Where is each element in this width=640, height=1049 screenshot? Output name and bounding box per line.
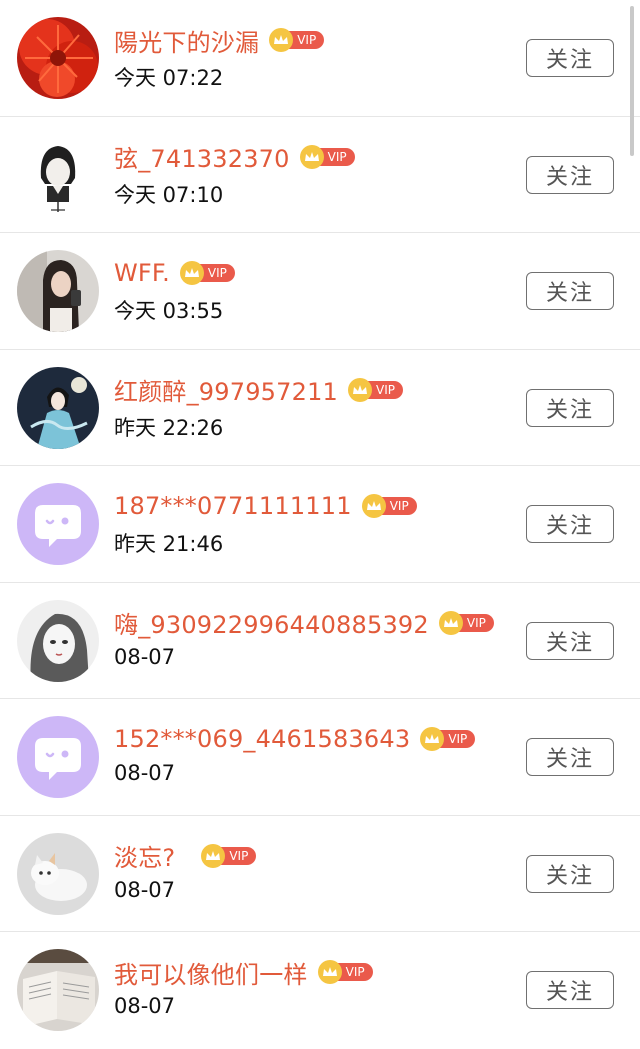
username[interactable]: 187***0771111111 [114, 492, 352, 520]
list-item[interactable]: 152***069_4461583643 VIP 08-07 关注 [0, 699, 640, 816]
scrollbar[interactable] [630, 6, 634, 156]
crown-icon [179, 261, 204, 285]
vip-badge: VIP [201, 843, 257, 868]
grayscale-girl-drawing [17, 599, 99, 682]
crown-icon [438, 610, 463, 635]
vip-badge: VIP [269, 28, 325, 52]
follow-time: 今天 07:22 [114, 66, 224, 90]
red-flower-photo [17, 17, 99, 99]
follow-time: 08-07 [114, 644, 176, 669]
follow-button[interactable]: 关注 [526, 155, 614, 194]
follow-button[interactable]: 关注 [526, 621, 614, 660]
avatar[interactable] [17, 366, 99, 449]
follow-button[interactable]: 关注 [526, 272, 614, 310]
follow-button[interactable]: 关注 [526, 39, 614, 77]
list-item[interactable]: 淡忘? VIP 08-07 关注 [0, 816, 640, 932]
crown-icon [299, 144, 324, 169]
crown-icon [317, 960, 342, 984]
vip-badge: VIP [361, 494, 417, 518]
username[interactable]: 弦_741332370 [114, 139, 290, 174]
username[interactable]: 嗨_930922996440885392 [114, 605, 429, 640]
avatar[interactable] [17, 716, 99, 798]
open-book-photo [17, 949, 99, 1031]
follow-time: 今天 03:55 [114, 299, 224, 323]
list-item[interactable]: 嗨_930922996440885392 VIP 08-07 关注 [0, 583, 640, 699]
follow-button[interactable]: 关注 [526, 738, 614, 776]
vip-badge: VIP [420, 727, 476, 751]
avatar[interactable] [17, 17, 99, 99]
vip-badge: VIP [348, 377, 404, 402]
default-chat-face [17, 483, 99, 565]
avatar[interactable] [17, 483, 99, 565]
vip-badge: VIP [299, 144, 355, 169]
follower-list: 陽光下的沙漏 VIP 今天 07:22 关注 弦_741332370 VIP 今… [0, 0, 640, 1049]
username[interactable]: WFF. [114, 259, 170, 287]
default-chat-face [17, 716, 99, 798]
follow-button[interactable]: 关注 [526, 505, 614, 543]
vip-badge: VIP [438, 610, 494, 635]
ancient-costume-girl [17, 366, 99, 449]
vip-badge: VIP [317, 960, 373, 984]
crown-icon [348, 377, 373, 402]
follow-button[interactable]: 关注 [526, 854, 614, 893]
follow-button[interactable]: 关注 [526, 971, 614, 1009]
follow-time: 昨天 22:26 [114, 415, 224, 440]
username[interactable]: 我可以像他们一样 [114, 955, 308, 990]
avatar[interactable] [17, 133, 99, 216]
white-kitten-photo [17, 832, 99, 915]
username[interactable]: 152***069_4461583643 [114, 725, 410, 753]
follow-time: 08-07 [114, 994, 176, 1018]
girl-mirror-selfie [17, 250, 99, 332]
crown-icon [201, 843, 226, 868]
username[interactable]: 陽光下的沙漏 [114, 23, 259, 58]
vip-badge: VIP [179, 261, 235, 285]
avatar[interactable] [17, 832, 99, 915]
list-item[interactable]: 弦_741332370 VIP 今天 07:10 关注 [0, 117, 640, 233]
follow-time: 今天 07:10 [114, 182, 224, 207]
username[interactable]: 红颜醉_997957211 [114, 372, 338, 407]
list-item[interactable]: 红颜醉_997957211 VIP 昨天 22:26 关注 [0, 350, 640, 466]
list-item[interactable]: WFF. VIP 今天 03:55 关注 [0, 233, 640, 350]
list-item[interactable]: 陽光下的沙漏 VIP 今天 07:22 关注 [0, 0, 640, 117]
follow-time: 08-07 [114, 761, 176, 785]
follow-button[interactable]: 关注 [526, 388, 614, 427]
crown-icon [361, 494, 386, 518]
avatar[interactable] [17, 599, 99, 682]
list-item[interactable]: 187***0771111111 VIP 昨天 21:46 关注 [0, 466, 640, 583]
username[interactable]: 淡忘? [114, 838, 175, 873]
avatar[interactable] [17, 949, 99, 1031]
follow-time: 08-07 [114, 877, 176, 902]
follow-time: 昨天 21:46 [114, 532, 224, 556]
cartoon-girl-sketch [17, 133, 99, 216]
list-item[interactable]: 我可以像他们一样 VIP 08-07 关注 [0, 932, 640, 1049]
avatar[interactable] [17, 250, 99, 332]
